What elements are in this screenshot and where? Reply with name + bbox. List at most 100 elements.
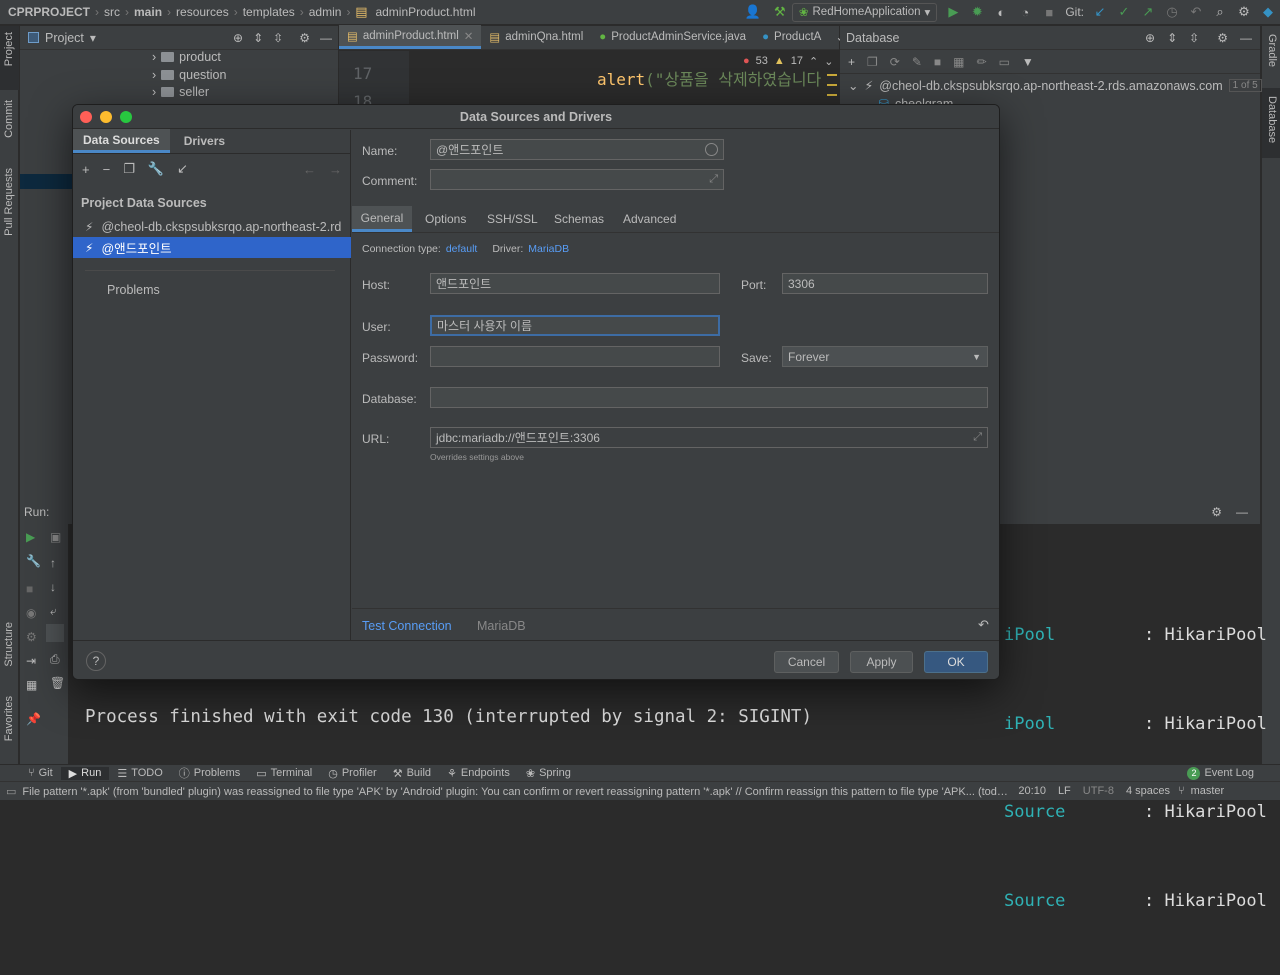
duplicate-icon[interactable]: ❐: [123, 161, 135, 177]
filter-icon[interactable]: ▼: [1022, 55, 1034, 69]
camera-icon[interactable]: ◉: [26, 606, 36, 620]
status-message[interactable]: File pattern '*.apk' (from 'bundled' plu…: [22, 783, 1012, 799]
console-icon[interactable]: ▭: [999, 55, 1010, 69]
build-hammer-icon[interactable]: ⚒: [772, 4, 788, 20]
tool-spring[interactable]: ❀ Spring: [518, 767, 579, 780]
database-tool-button[interactable]: Database: [1266, 96, 1278, 143]
rerun-icon[interactable]: ▶: [26, 530, 35, 544]
tab-advanced[interactable]: Advanced: [623, 206, 676, 232]
help-button[interactable]: ?: [86, 651, 106, 671]
forward-icon[interactable]: →: [329, 162, 342, 177]
datasource-item-cheol-db[interactable]: ⚡ @cheol-db.ckspsubksrqo.ap-northeast-2.r…: [73, 216, 351, 237]
coverage-icon[interactable]: ◐: [993, 4, 1009, 20]
breadcrumb-admin[interactable]: admin: [305, 5, 346, 19]
chevron-up-icon[interactable]: ⌃: [809, 55, 818, 68]
pencil-icon[interactable]: ✏: [977, 55, 987, 69]
apply-button[interactable]: Apply: [850, 651, 913, 673]
user-field[interactable]: 마스터 사용자 이름: [430, 315, 720, 336]
wrench-icon[interactable]: 🔧: [148, 161, 164, 177]
locate-icon[interactable]: ⊕: [233, 31, 243, 45]
password-field[interactable]: [430, 346, 720, 367]
add-icon[interactable]: +: [848, 55, 855, 69]
breadcrumb-file[interactable]: adminProduct.html: [371, 5, 479, 19]
pin-icon[interactable]: 📌: [26, 712, 41, 726]
problems-item[interactable]: Problems: [107, 283, 160, 297]
edit-icon[interactable]: ✎: [912, 55, 922, 69]
git-branch[interactable]: master: [1187, 785, 1229, 797]
tab-data-sources[interactable]: Data Sources: [73, 129, 170, 153]
collapse-all-icon[interactable]: ⇳: [273, 31, 283, 45]
hide-icon[interactable]: —: [1240, 31, 1252, 45]
commit-tool-button[interactable]: Commit: [3, 100, 15, 138]
hide-icon[interactable]: —: [320, 31, 332, 45]
name-field[interactable]: @앤드포인트: [430, 139, 724, 160]
tab-admin-product[interactable]: ▤ adminProduct.html ✕: [339, 25, 482, 49]
tree-item-product[interactable]: › product: [152, 50, 221, 64]
line-separator[interactable]: LF: [1052, 785, 1077, 797]
file-encoding[interactable]: UTF-8: [1077, 785, 1120, 797]
expand-all-icon[interactable]: ⇕: [1167, 31, 1177, 45]
gear-icon[interactable]: ⚙: [299, 31, 310, 45]
tab-ssh-ssl[interactable]: SSH/SSL: [487, 206, 538, 232]
color-picker-icon[interactable]: [705, 143, 718, 156]
history-icon[interactable]: ◷: [1164, 4, 1180, 20]
chevron-down-icon[interactable]: ⌄: [824, 55, 833, 68]
indent-setting[interactable]: 4 spaces: [1120, 785, 1176, 797]
import-icon[interactable]: ↙: [177, 161, 188, 177]
back-icon[interactable]: ←: [303, 162, 316, 177]
stop-icon[interactable]: ■: [26, 582, 33, 596]
locate-icon[interactable]: ⊕: [1145, 31, 1155, 45]
arrow-up-icon[interactable]: ↑: [50, 556, 56, 570]
project-tool-button[interactable]: Project: [3, 32, 15, 66]
host-field[interactable]: 앤드포인트: [430, 273, 720, 294]
comment-field[interactable]: ⤢: [430, 169, 724, 190]
caret-position[interactable]: 20:10: [1012, 785, 1052, 797]
wrench-icon[interactable]: 🔧: [26, 554, 41, 568]
tab-product-a[interactable]: ● ProductA: [754, 25, 829, 49]
git-commit-icon[interactable]: ✓: [1116, 4, 1132, 20]
chevron-down-icon[interactable]: ▾: [90, 31, 96, 45]
connection-type-link[interactable]: default: [446, 243, 478, 255]
rollback-icon[interactable]: ↶: [1188, 4, 1204, 20]
favorites-tool-button[interactable]: Favorites: [3, 696, 15, 741]
scroll-to-end-icon[interactable]: [46, 624, 64, 642]
collapse-all-icon[interactable]: ⇳: [1189, 31, 1199, 45]
console-icon[interactable]: ▣: [50, 530, 61, 544]
run-icon[interactable]: ▶: [945, 4, 961, 20]
close-window-button[interactable]: [80, 111, 92, 123]
tree-item-seller[interactable]: › seller: [152, 85, 209, 99]
expand-icon[interactable]: ⤢: [973, 431, 982, 444]
tool-profiler[interactable]: ◷ Profiler: [320, 767, 384, 780]
remove-icon[interactable]: −: [103, 162, 111, 177]
expand-icon[interactable]: ⤢: [709, 173, 718, 186]
gear-icon[interactable]: ⚙: [1217, 31, 1228, 45]
tab-product-admin-service[interactable]: ● ProductAdminService.java: [591, 25, 754, 49]
refresh-icon[interactable]: ⟳: [890, 55, 900, 69]
run-configuration-select[interactable]: ❀ RedHomeApplication ▾: [791, 2, 938, 22]
git-update-icon[interactable]: ↙: [1092, 4, 1108, 20]
gradle-tool-button[interactable]: Gradle: [1266, 34, 1278, 67]
stop-icon[interactable]: ■: [934, 55, 941, 69]
tool-terminal[interactable]: ▭ Terminal: [248, 767, 320, 780]
cancel-button[interactable]: Cancel: [774, 651, 839, 673]
save-select[interactable]: Forever ▼: [782, 346, 988, 367]
toolbox-icon[interactable]: ◆: [1260, 4, 1276, 20]
pull-requests-tool-button[interactable]: Pull Requests: [3, 168, 15, 236]
gear-icon[interactable]: ⚙: [1236, 4, 1252, 20]
revert-icon[interactable]: ↶: [978, 617, 989, 633]
breadcrumb-main[interactable]: main: [130, 5, 166, 19]
tree-item-question[interactable]: › question: [152, 68, 226, 82]
tab-drivers[interactable]: Drivers: [170, 129, 239, 153]
arrow-down-icon[interactable]: ↓: [50, 580, 56, 594]
breadcrumb-src[interactable]: src: [100, 5, 124, 19]
user-icon[interactable]: 👤: [742, 4, 764, 20]
table-icon[interactable]: ▦: [953, 55, 964, 69]
print-icon[interactable]: ⎙: [50, 652, 60, 667]
soft-wrap-icon[interactable]: ⤶: [50, 604, 57, 619]
test-connection-link[interactable]: Test Connection: [362, 619, 452, 633]
tab-schemas[interactable]: Schemas: [554, 206, 604, 232]
breadcrumb-resources[interactable]: resources: [172, 5, 233, 19]
tab-options[interactable]: Options: [425, 206, 466, 232]
datasource-item-endpoint[interactable]: ⚡ @앤드포인트: [73, 237, 351, 258]
port-field[interactable]: 3306: [782, 273, 988, 294]
